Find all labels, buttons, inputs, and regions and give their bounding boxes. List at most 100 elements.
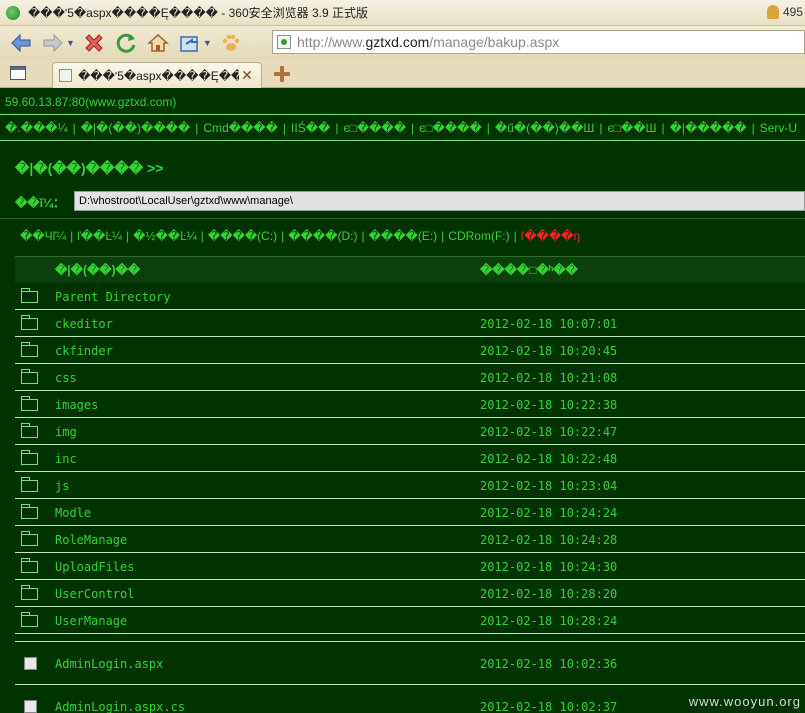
folder-time: 2012-02-18 10:28:24 [480,614,618,628]
path-label: ��ǐ¼： [15,196,65,210]
table-row[interactable]: AdminLogin.aspx.cs 2012-02-18 10:02:37 [15,685,805,713]
folder-name[interactable]: js [55,479,69,493]
folder-time: 2012-02-18 10:24:28 [480,533,618,547]
divider [0,114,805,115]
menu-item-6[interactable]: �ű�(��)��Ш [495,121,595,135]
restore-icon [180,36,198,52]
menu-item-8[interactable]: �|����� [670,121,747,135]
folder-name[interactable]: UserManage [55,614,127,628]
path-input[interactable] [74,191,805,211]
folder-icon [21,423,38,438]
menu-item-4[interactable]: є□���� [343,121,406,135]
restore-button[interactable] [177,30,203,56]
folder-time: 2012-02-18 10:22:47 [480,425,618,439]
folder-name[interactable]: Modle [55,506,91,520]
window-list-icon[interactable] [10,66,26,80]
paw-button[interactable] [218,30,244,56]
folder-name[interactable]: UploadFiles [55,560,134,574]
history-dropdown-icon[interactable]: ▼ [66,38,75,48]
page-icon [277,35,291,49]
divider [0,218,805,219]
folder-name[interactable]: ckeditor [55,317,113,331]
folder-name[interactable]: RoleManage [55,533,127,547]
stop-button[interactable] [81,30,107,56]
table-row[interactable]: UploadFiles 2012-02-18 10:24:30 [15,553,805,580]
drive-link-d[interactable]: ����(D:) [288,229,357,243]
table-row[interactable]: inc 2012-02-18 10:22:48 [15,445,805,472]
menu-item-serv-u[interactable]: Serv-U [760,121,797,135]
table-row[interactable]: ckfinder 2012-02-18 10:20:45 [15,337,805,364]
table-row[interactable]: RoleManage 2012-02-18 10:24:28 [15,526,805,553]
file-checkbox[interactable] [24,700,37,713]
drive-link-cdrom[interactable]: CDRom(F:) [448,229,509,243]
folder-time: 2012-02-18 10:07:01 [480,317,618,331]
column-header-name: �|�(��)�� [55,263,141,277]
folder-icon [21,450,38,465]
folder-icon [21,396,38,411]
folder-icon [21,585,38,600]
menu-item-cmd[interactable]: Cmd���� [203,121,278,135]
file-table: �|�(��)�� ����□�ʰ�� Parent Directory cke… [15,256,805,713]
folder-name[interactable]: ckfinder [55,344,113,358]
drive-link-0[interactable]: ��Чľ¼ [20,229,66,243]
menu-item-file-manager[interactable]: �|�(��)���� [81,121,191,135]
tab-active[interactable]: ���ʹ5�aspx����Ę���� ✕ [52,62,262,88]
home-button[interactable] [145,30,171,56]
folder-name[interactable]: inc [55,452,77,466]
forward-button[interactable] [40,30,66,56]
watermark: www.wooyun.org [688,694,801,709]
folder-time: 2012-02-18 10:22:38 [480,398,618,412]
file-checkbox[interactable] [24,657,37,670]
drive-link-e[interactable]: ����(E:) [369,229,438,243]
file-name[interactable]: AdminLogin.aspx [55,657,163,671]
drive-link-1[interactable]: ľ��Ŀ¼ [77,229,122,243]
table-row[interactable]: Modle 2012-02-18 10:24:24 [15,499,805,526]
folder-icon [21,369,38,384]
menu-item-iis[interactable]: IIŚ�� [291,121,330,135]
tab-bar: ���ʹ5�aspx����Ę���� ✕ [0,60,805,88]
table-row[interactable]: AdminLogin.aspx 2012-02-18 10:02:36 [15,642,805,685]
folder-time: 2012-02-18 10:20:45 [480,344,618,358]
page-content: 59.60.13.87:80(www.gztxd.com) �.���¼ | �|�… [0,88,805,713]
user-indicator[interactable]: 495 [766,5,803,19]
file-time: 2012-02-18 10:02:36 [480,657,618,671]
paw-icon [222,34,240,51]
tab-close-icon[interactable]: ✕ [239,67,255,84]
folder-name[interactable]: css [55,371,77,385]
drive-warning[interactable]: ľ����ŋ [521,229,580,243]
folder-name[interactable]: img [55,425,77,439]
address-bar[interactable]: http://www.gztxd.com/manage/bakup.aspx [272,30,805,54]
table-row[interactable]: UserManage 2012-02-18 10:28:24 [15,607,805,634]
table-row[interactable]: UserControl 2012-02-18 10:28:20 [15,580,805,607]
drive-link-2[interactable]: �½��Ŀ¼ [133,229,197,243]
divider [15,634,805,642]
table-row[interactable]: img 2012-02-18 10:22:47 [15,418,805,445]
menu-item-5[interactable]: є□���� [419,121,482,135]
restore-dropdown-icon[interactable]: ▼ [203,38,212,48]
table-row[interactable]: Parent Directory [15,283,805,310]
folder-name[interactable]: images [55,398,98,412]
folder-name[interactable]: Parent Directory [55,290,171,304]
back-button[interactable] [8,30,34,56]
refresh-button[interactable] [113,30,139,56]
table-row[interactable]: css 2012-02-18 10:21:08 [15,364,805,391]
menu-item-logout[interactable]: �.���¼ [5,121,68,135]
browser-logo-icon [6,5,20,20]
folder-icon [21,612,38,627]
drive-link-c[interactable]: ����(C:) [208,229,277,243]
folder-name[interactable]: UserControl [55,587,134,601]
new-tab-icon[interactable] [272,64,292,84]
file-name[interactable]: AdminLogin.aspx.cs [55,700,185,713]
table-row[interactable]: js 2012-02-18 10:23:04 [15,472,805,499]
menu-item-7[interactable]: є□��Ш [608,121,657,135]
window-title: ���ʹ5�aspx����Ę���� - 360安全浏览器 3.9 正式版 [28,6,369,20]
folder-icon [21,315,38,330]
table-row[interactable]: ckeditor 2012-02-18 10:07:01 [15,310,805,337]
folder-time: 2012-02-18 10:21:08 [480,371,618,385]
address-url[interactable]: http://www.gztxd.com/manage/bakup.aspx [297,34,559,50]
table-row[interactable]: images 2012-02-18 10:22:38 [15,391,805,418]
file-time: 2012-02-18 10:02:37 [480,700,618,713]
forward-icon [43,33,63,53]
folder-time: 2012-02-18 10:24:30 [480,560,618,574]
folder-icon [21,342,38,357]
